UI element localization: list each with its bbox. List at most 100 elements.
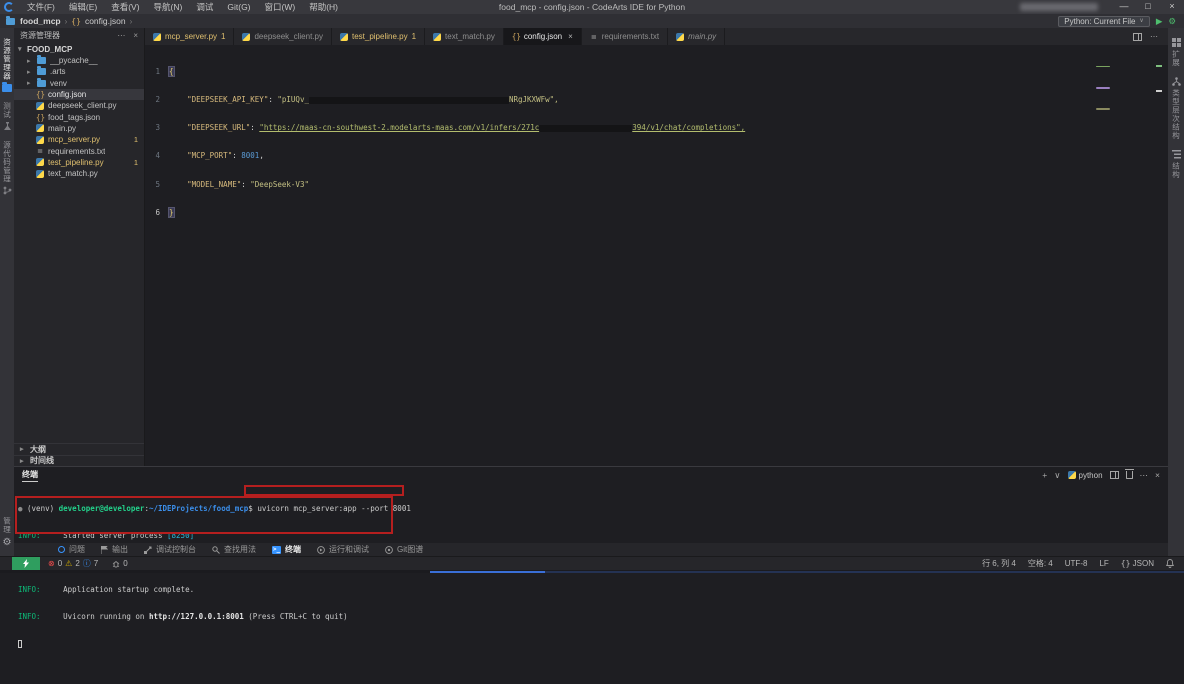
code-editor[interactable]: 1 { 2 "DEEPSEEK_API_KEY": "pIUQv_NRgJKXW… — [145, 45, 1168, 264]
tree-root-food-mcp[interactable]: ▾ FOOD_MCP — [14, 43, 144, 55]
tree-item-main-py[interactable]: main.py — [14, 123, 144, 134]
tab-config-json[interactable]: {} config.json × — [504, 28, 582, 45]
panel-tab-terminal[interactable]: >_ 终端 — [272, 544, 301, 555]
server-url[interactable]: http://127.0.0.1:8001 — [149, 612, 244, 621]
url-value-start[interactable]: "https://maas-cn-southwest-2.modelarts-m… — [259, 123, 539, 132]
panel-tab-run-debug[interactable]: 运行和调试 — [317, 544, 369, 555]
api-key-value-end: NRgJKXWFw", — [509, 95, 559, 104]
minimize-button[interactable]: — — [1112, 0, 1136, 14]
line-number: 6 — [145, 208, 169, 217]
tree-item-text-match[interactable]: text_match.py — [14, 168, 144, 179]
breadcrumb-file[interactable]: config.json — [85, 16, 126, 26]
source-control-label: 源代码管理 — [2, 141, 13, 184]
encoding-setting[interactable]: UTF-8 — [1065, 559, 1088, 568]
minimap[interactable] — [1096, 47, 1110, 59]
menu-window[interactable]: 窗口(W) — [258, 0, 303, 14]
remote-indicator[interactable] — [12, 557, 40, 571]
tab-deepseek-client[interactable]: deepseek_client.py — [234, 28, 332, 45]
activitybar-item-explorer[interactable]: 资源管理器 — [2, 38, 13, 92]
tab-main-py[interactable]: main.py — [668, 28, 725, 45]
tab-text-match[interactable]: text_match.py — [425, 28, 504, 45]
split-editor-icon[interactable] — [1133, 33, 1142, 41]
panel-tab-label: 调试控制台 — [156, 544, 196, 555]
explorer-sidebar: 资源管理器 ⋯ × ▾ FOOD_MCP ▸ __pycache__ ▸ .ar… — [14, 28, 145, 466]
language-mode[interactable]: {} JSON — [1121, 559, 1154, 568]
bell-icon[interactable] — [1166, 559, 1174, 568]
panel-tab-label: 运行和调试 — [329, 544, 369, 555]
run-settings-gear-icon[interactable]: ⚙ — [1168, 14, 1176, 28]
tab-mcp-server[interactable]: mcp_server.py 1 — [145, 28, 234, 45]
close-button[interactable]: × — [1160, 0, 1184, 14]
tab-test-pipeline[interactable]: test_pipeline.py 1 — [332, 28, 425, 45]
editor-more-icon[interactable]: ⋯ — [1150, 32, 1158, 41]
extensions-label: 扩展 — [1171, 50, 1182, 67]
tree-item-food-tags[interactable]: {} food_tags.json — [14, 111, 144, 122]
activitybar-item-manage[interactable]: 管理 ⚙ — [2, 517, 13, 548]
url-value-end[interactable]: 394/v1/chat/completions", — [632, 123, 745, 132]
rightbar-item-structure[interactable]: 结构 — [1171, 150, 1182, 179]
tree-item-arts[interactable]: ▸ .arts — [14, 66, 144, 77]
python-file-icon — [36, 158, 44, 166]
tree-item-test-pipeline[interactable]: test_pipeline.py 1 — [14, 157, 144, 168]
panel-tab-debug-console[interactable]: 调试控制台 — [144, 544, 196, 555]
run-button[interactable]: ▶ — [1156, 14, 1163, 28]
log-text: Started server process — [63, 531, 167, 540]
sidebar-close-icon[interactable]: × — [133, 31, 138, 40]
breadcrumb-project[interactable]: food_mcp — [20, 16, 61, 26]
indentation-setting[interactable]: 空格: 4 — [1028, 558, 1053, 569]
close-panel-icon[interactable]: × — [1155, 470, 1160, 480]
tab-label: mcp_server.py — [165, 32, 217, 41]
section-outline[interactable]: ▸ 大纲 — [14, 443, 144, 455]
split-terminal-icon[interactable] — [1110, 471, 1119, 479]
terminal-panel-title[interactable]: 终端 — [22, 469, 38, 482]
tree-item-mcp-server[interactable]: mcp_server.py 1 — [14, 134, 144, 145]
panel-tab-find-usages[interactable]: 查找用法 — [212, 544, 256, 555]
kill-terminal-icon[interactable] — [1126, 471, 1133, 479]
alerts-summary[interactable]: 0 — [112, 559, 127, 568]
run-configuration-selector[interactable]: Python: Current File ∨ — [1058, 16, 1150, 27]
chevron-down-icon: ▾ — [18, 45, 24, 53]
activitybar-item-test[interactable]: 测试 — [2, 102, 13, 131]
terminal-shell-indicator[interactable]: python — [1068, 471, 1103, 480]
problems-summary[interactable]: ⊗ 0 ⚠ 2 ⓘ 7 — [48, 558, 98, 569]
menu-navigate[interactable]: 导航(N) — [147, 0, 190, 14]
close-tab-icon[interactable]: × — [568, 32, 573, 41]
terminal-more-icon[interactable]: ⋯ — [1140, 470, 1149, 481]
line-number: 3 — [145, 123, 169, 132]
cursor-position[interactable]: 行 6, 列 4 — [982, 558, 1016, 569]
tree-item-config-json[interactable]: {} config.json — [14, 89, 144, 100]
codearts-logo-icon — [4, 2, 14, 12]
new-terminal-icon[interactable]: + — [1042, 470, 1047, 480]
tree-item-requirements[interactable]: ≣ requirements.txt — [14, 145, 144, 156]
activitybar-item-source-control[interactable]: 源代码管理 — [2, 141, 13, 196]
menu-edit[interactable]: 编辑(E) — [62, 0, 104, 14]
terminal-dropdown-icon[interactable]: ∨ — [1054, 470, 1060, 481]
menu-view[interactable]: 查看(V) — [104, 0, 146, 14]
section-timeline[interactable]: ▸ 时间线 — [14, 455, 144, 467]
tree-item-venv[interactable]: ▸ venv — [14, 78, 144, 89]
tree-item-label: __pycache__ — [50, 56, 98, 65]
tree-item-deepseek-client[interactable]: deepseek_client.py — [14, 100, 144, 111]
menu-debug[interactable]: 调试 — [189, 0, 220, 14]
tab-label: config.json — [524, 32, 562, 41]
chevron-down-icon: ∨ — [1139, 17, 1143, 26]
panel-tab-git-graph[interactable]: Git图谱 — [385, 544, 423, 555]
tree-item-pycache[interactable]: ▸ __pycache__ — [14, 55, 144, 66]
maximize-button[interactable]: □ — [1136, 0, 1160, 14]
menu-git[interactable]: Git(G) — [220, 0, 257, 14]
panel-tab-problems[interactable]: 问题 — [58, 544, 85, 555]
log-level: INFO: — [18, 531, 41, 540]
eol-setting[interactable]: LF — [1099, 559, 1108, 568]
menu-file[interactable]: 文件(F) — [20, 0, 62, 14]
status-bar: ⊗ 0 ⚠ 2 ⓘ 7 0 行 6, 列 4 空格: 4 UTF-8 LF {}… — [0, 556, 1184, 570]
rightbar-item-type-hierarchy[interactable]: 类型层次结构 — [1171, 77, 1182, 140]
panel-tab-label: 问题 — [69, 544, 85, 555]
tree-item-label: deepseek_client.py — [48, 101, 117, 110]
sidebar-title: 资源管理器 — [20, 30, 60, 41]
terminal-output[interactable]: ● (venv) developer@developer:~/IDEProjec… — [14, 483, 1168, 684]
menu-help[interactable]: 帮助(H) — [302, 0, 345, 14]
sidebar-more-icon[interactable]: ⋯ — [117, 31, 125, 40]
panel-tab-output[interactable]: 输出 — [101, 544, 128, 555]
tab-requirements[interactable]: ≣ requirements.txt — [582, 28, 668, 45]
rightbar-item-extensions[interactable]: 扩展 — [1171, 38, 1182, 67]
